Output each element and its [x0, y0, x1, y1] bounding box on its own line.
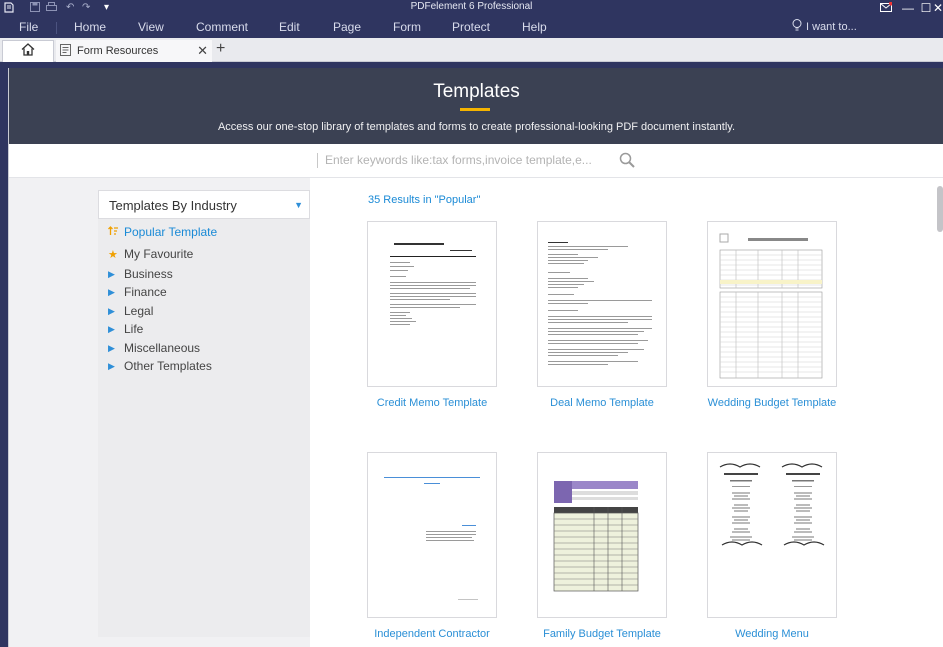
template-thumbnail: [537, 452, 667, 618]
tab-bar: Form Resources ✕ +: [0, 38, 943, 62]
sidebar-item-label: My Favourite: [124, 247, 194, 261]
menu-divider: [56, 22, 57, 34]
sidebar-item-other-templates[interactable]: ▶ Other Templates: [108, 358, 212, 374]
template-card-independent-contractor[interactable]: Independent Contractor: [367, 452, 497, 641]
menu-protect[interactable]: Protect: [452, 20, 490, 34]
sidebar-item-legal[interactable]: ▶ Legal: [108, 303, 153, 319]
template-thumbnail: [707, 452, 837, 618]
search-icon[interactable]: [619, 152, 635, 173]
template-card-credit-memo[interactable]: Credit Memo Template: [367, 221, 497, 410]
tab-home[interactable]: [2, 40, 54, 62]
menu-view[interactable]: View: [138, 20, 164, 34]
menu-form[interactable]: Form: [393, 20, 421, 34]
template-title: Wedding Budget Template: [707, 397, 837, 409]
vertical-scrollbar[interactable]: [937, 186, 943, 232]
star-icon: ★: [108, 248, 118, 261]
menu-help[interactable]: Help: [522, 20, 547, 34]
title-underline: [460, 108, 490, 111]
i-want-to-search[interactable]: I want to...: [792, 19, 857, 35]
template-title: Family Budget Template: [543, 628, 661, 640]
template-card-deal-memo[interactable]: Deal Memo Template: [537, 221, 667, 410]
document-icon: [60, 43, 71, 59]
content-area: Templates Access our one-stop library of…: [8, 68, 943, 647]
sidebar-item-miscellaneous[interactable]: ▶ Miscellaneous: [108, 340, 200, 356]
sidebar-item-popular[interactable]: Popular Template: [108, 224, 217, 240]
template-card-wedding-budget[interactable]: Wedding Budget Template: [707, 221, 837, 410]
industry-dropdown-label: Templates By Industry: [109, 198, 237, 213]
sidebar-item-label: Life: [124, 322, 144, 336]
template-title: Independent Contractor: [374, 628, 490, 640]
template-grid: 35 Results in "Popular" Credit Memo Temp…: [310, 178, 943, 647]
industry-sidebar: Templates By Industry ▼ Popular Template…: [98, 190, 310, 637]
banner-subtitle: Access our one-stop library of templates…: [217, 121, 736, 133]
sidebar-item-business[interactable]: ▶ Business: [108, 266, 173, 282]
sidebar-item-finance[interactable]: ▶ Finance: [108, 284, 167, 300]
templates-body: Templates By Industry ▼ Popular Template…: [9, 178, 943, 647]
menu-bar: File Home View Comment Edit Page Form Pr…: [0, 16, 943, 38]
template-thumbnail: [537, 221, 667, 387]
sidebar-item-label: Miscellaneous: [124, 341, 201, 355]
sidebar-item-life[interactable]: ▶ Life: [108, 321, 143, 337]
chevron-right-icon: ▶: [108, 360, 115, 371]
template-thumbnail: [367, 452, 497, 618]
tab-form-resources[interactable]: Form Resources ✕: [56, 40, 212, 62]
add-tab-icon[interactable]: +: [216, 40, 225, 58]
search-input[interactable]: [325, 150, 615, 170]
app-title: PDFelement 6 Professional: [410, 1, 533, 12]
chevron-right-icon: ▶: [108, 305, 115, 316]
sidebar-item-label: Business: [124, 267, 173, 281]
menu-edit[interactable]: Edit: [279, 20, 300, 34]
close-window-icon[interactable]: ✕: [933, 0, 943, 16]
chevron-right-icon: ▶: [108, 268, 115, 279]
title-bar: ↶ ↷ ▾ PDFelement 6 Professional — ☐ ✕: [0, 0, 943, 16]
sidebar-item-label: Other Templates: [124, 359, 212, 373]
menu-page[interactable]: Page: [333, 20, 361, 34]
popular-icon: [108, 226, 124, 238]
mail-icon[interactable]: [877, 0, 895, 16]
template-card-family-budget[interactable]: Family Budget Template: [537, 452, 667, 641]
template-title: Credit Memo Template: [376, 397, 488, 409]
template-title: Deal Memo Template: [550, 397, 654, 409]
page-title: Templates: [433, 81, 520, 102]
template-thumbnail: [367, 221, 497, 387]
sidebar-item-favourite[interactable]: ★ My Favourite: [108, 246, 193, 262]
template-title: Wedding Menu: [735, 628, 809, 640]
template-thumbnail: [707, 221, 837, 387]
templates-banner: Templates Access our one-stop library of…: [9, 68, 943, 144]
sidebar-item-label: Finance: [124, 285, 167, 299]
search-divider: [317, 153, 318, 168]
sidebar-item-label: Legal: [124, 304, 154, 318]
search-row: [9, 144, 943, 178]
minimize-icon[interactable]: —: [899, 0, 917, 16]
sidebar-item-label: Popular Template: [124, 225, 218, 239]
menu-comment[interactable]: Comment: [196, 20, 248, 34]
chevron-right-icon: ▶: [108, 342, 115, 353]
i-want-to-label: I want to...: [806, 21, 857, 33]
tab-label: Form Resources: [77, 45, 159, 57]
chevron-right-icon: ▶: [108, 286, 115, 297]
app-window: ↶ ↷ ▾ PDFelement 6 Professional — ☐ ✕ Fi…: [0, 0, 943, 647]
menu-file[interactable]: File: [19, 20, 38, 34]
lightbulb-icon: [792, 19, 802, 35]
results-count: 35 Results in "Popular": [368, 194, 481, 206]
close-tab-icon[interactable]: ✕: [197, 43, 208, 59]
template-card-wedding-menu[interactable]: Wedding Menu: [707, 452, 837, 641]
menu-home[interactable]: Home: [74, 20, 106, 34]
caret-down-icon: ▼: [294, 200, 303, 210]
industry-dropdown[interactable]: Templates By Industry ▼: [98, 190, 310, 219]
chevron-right-icon: ▶: [108, 323, 115, 334]
home-icon: [21, 42, 35, 61]
